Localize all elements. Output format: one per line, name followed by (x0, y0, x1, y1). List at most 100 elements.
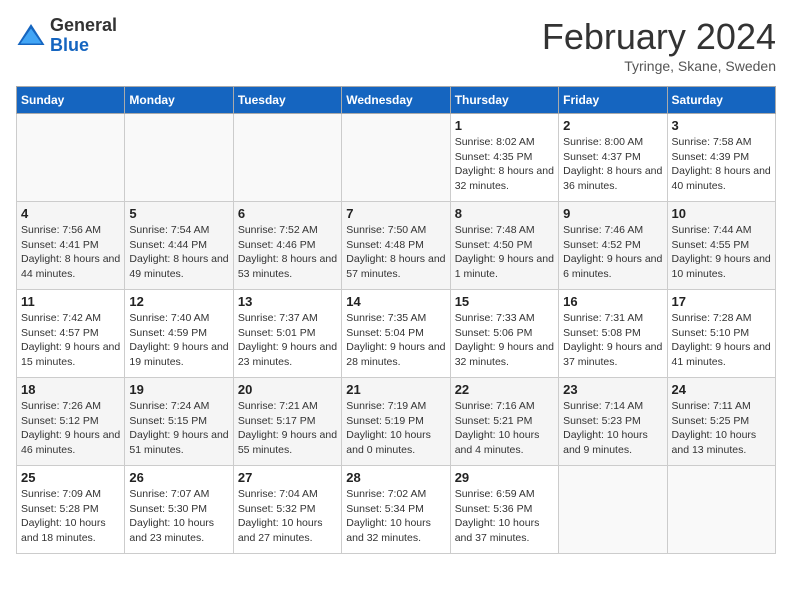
weekday-header-saturday: Saturday (667, 87, 775, 114)
day-number: 13 (238, 294, 337, 309)
day-number: 9 (563, 206, 662, 221)
calendar-cell: 23Sunrise: 7:14 AMSunset: 5:23 PMDayligh… (559, 378, 667, 466)
day-number: 6 (238, 206, 337, 221)
day-number: 17 (672, 294, 771, 309)
calendar-cell: 29Sunrise: 6:59 AMSunset: 5:36 PMDayligh… (450, 466, 558, 554)
calendar-cell: 26 Sunrise: 7:07 AMSunset: 5:30 PMDayligh… (125, 466, 233, 554)
day-number: 4 (21, 206, 120, 221)
month-title: February 2024 (542, 16, 776, 58)
weekday-header-wednesday: Wednesday (342, 87, 450, 114)
calendar-cell (342, 114, 450, 202)
weekday-header-monday: Monday (125, 87, 233, 114)
week-row-0: 1Sunrise: 8:02 AMSunset: 4:35 PMDaylight… (17, 114, 776, 202)
calendar-cell: 18 Sunrise: 7:26 AMSunset: 5:12 PMDayligh… (17, 378, 125, 466)
day-info: Sunrise: 8:00 AMSunset: 4:37 PMDaylight:… (563, 135, 662, 194)
calendar-cell (125, 114, 233, 202)
calendar-cell: 10 Sunrise: 7:44 AMSunset: 4:55 PMDayligh… (667, 202, 775, 290)
calendar-cell: 21 Sunrise: 7:19 AMSunset: 5:19 PMDayligh… (342, 378, 450, 466)
day-info: Sunrise: 7:35 AMSunset: 5:04 PMDaylight:… (346, 311, 445, 370)
day-info: Sunrise: 7:58 AMSunset: 4:39 PMDaylight:… (672, 135, 771, 194)
day-number: 10 (672, 206, 771, 221)
calendar-cell (667, 466, 775, 554)
day-info: Sunrise: 7:44 AMSunset: 4:55 PMDaylight:… (672, 223, 771, 282)
day-number: 16 (563, 294, 662, 309)
day-number: 1 (455, 118, 554, 133)
day-info: Sunrise: 7:40 AMSunset: 4:59 PMDaylight:… (129, 311, 228, 370)
calendar-cell: 2 Sunrise: 8:00 AMSunset: 4:37 PMDaylight… (559, 114, 667, 202)
day-info: Sunrise: 7:07 AMSunset: 5:30 PMDaylight:… (129, 487, 228, 546)
day-info: Sunrise: 7:19 AMSunset: 5:19 PMDaylight:… (346, 399, 445, 458)
day-info: Sunrise: 7:02 AMSunset: 5:34 PMDaylight:… (346, 487, 445, 546)
day-info: Sunrise: 7:21 AMSunset: 5:17 PMDaylight:… (238, 399, 337, 458)
day-info: Sunrise: 7:54 AMSunset: 4:44 PMDaylight:… (129, 223, 228, 282)
calendar-cell: 11 Sunrise: 7:42 AMSunset: 4:57 PMDayligh… (17, 290, 125, 378)
day-number: 8 (455, 206, 554, 221)
day-info: Sunrise: 7:09 AMSunset: 5:28 PMDaylight:… (21, 487, 120, 546)
day-info: Sunrise: 7:28 AMSunset: 5:10 PMDaylight:… (672, 311, 771, 370)
location-subtitle: Tyringe, Skane, Sweden (542, 58, 776, 74)
weekday-header-friday: Friday (559, 87, 667, 114)
day-number: 25 (21, 470, 120, 485)
day-number: 28 (346, 470, 445, 485)
calendar-cell: 27Sunrise: 7:04 AMSunset: 5:32 PMDayligh… (233, 466, 341, 554)
week-row-1: 4 Sunrise: 7:56 AMSunset: 4:41 PMDaylight… (17, 202, 776, 290)
day-number: 5 (129, 206, 228, 221)
day-info: Sunrise: 6:59 AMSunset: 5:36 PMDaylight:… (455, 487, 554, 546)
day-number: 27 (238, 470, 337, 485)
week-row-2: 11 Sunrise: 7:42 AMSunset: 4:57 PMDayligh… (17, 290, 776, 378)
calendar-cell: 28 Sunrise: 7:02 AMSunset: 5:34 PMDayligh… (342, 466, 450, 554)
day-number: 7 (346, 206, 445, 221)
calendar-cell: 12 Sunrise: 7:40 AMSunset: 4:59 PMDayligh… (125, 290, 233, 378)
calendar-cell: 1Sunrise: 8:02 AMSunset: 4:35 PMDaylight… (450, 114, 558, 202)
day-info: Sunrise: 7:37 AMSunset: 5:01 PMDaylight:… (238, 311, 337, 370)
calendar-cell: 20Sunrise: 7:21 AMSunset: 5:17 PMDayligh… (233, 378, 341, 466)
day-info: Sunrise: 7:11 AMSunset: 5:25 PMDaylight:… (672, 399, 771, 458)
calendar-cell: 9 Sunrise: 7:46 AMSunset: 4:52 PMDaylight… (559, 202, 667, 290)
day-number: 21 (346, 382, 445, 397)
logo-general-text: General (50, 16, 117, 36)
logo-blue-text: Blue (50, 36, 117, 56)
day-info: Sunrise: 7:46 AMSunset: 4:52 PMDaylight:… (563, 223, 662, 282)
calendar-cell: 14 Sunrise: 7:35 AMSunset: 5:04 PMDayligh… (342, 290, 450, 378)
logo-text: General Blue (50, 16, 117, 56)
calendar-cell: 5 Sunrise: 7:54 AMSunset: 4:44 PMDaylight… (125, 202, 233, 290)
calendar-cell: 13 Sunrise: 7:37 AMSunset: 5:01 PMDayligh… (233, 290, 341, 378)
day-info: Sunrise: 7:26 AMSunset: 5:12 PMDaylight:… (21, 399, 120, 458)
weekday-header-thursday: Thursday (450, 87, 558, 114)
logo: General Blue (16, 16, 117, 56)
weekday-header-sunday: Sunday (17, 87, 125, 114)
calendar-cell: 24 Sunrise: 7:11 AMSunset: 5:25 PMDayligh… (667, 378, 775, 466)
calendar-cell: 17 Sunrise: 7:28 AMSunset: 5:10 PMDayligh… (667, 290, 775, 378)
day-info: Sunrise: 7:56 AMSunset: 4:41 PMDaylight:… (21, 223, 120, 282)
weekday-header-tuesday: Tuesday (233, 87, 341, 114)
week-row-3: 18 Sunrise: 7:26 AMSunset: 5:12 PMDayligh… (17, 378, 776, 466)
logo-icon (16, 21, 46, 51)
day-info: Sunrise: 7:24 AMSunset: 5:15 PMDaylight:… (129, 399, 228, 458)
calendar-cell: 6Sunrise: 7:52 AMSunset: 4:46 PMDaylight… (233, 202, 341, 290)
day-number: 14 (346, 294, 445, 309)
calendar-cell (17, 114, 125, 202)
day-number: 12 (129, 294, 228, 309)
day-info: Sunrise: 7:14 AMSunset: 5:23 PMDaylight:… (563, 399, 662, 458)
day-info: Sunrise: 7:42 AMSunset: 4:57 PMDaylight:… (21, 311, 120, 370)
day-number: 24 (672, 382, 771, 397)
day-number: 22 (455, 382, 554, 397)
calendar-cell: 22 Sunrise: 7:16 AMSunset: 5:21 PMDayligh… (450, 378, 558, 466)
calendar-cell (559, 466, 667, 554)
day-number: 2 (563, 118, 662, 133)
calendar-cell: 8 Sunrise: 7:48 AMSunset: 4:50 PMDaylight… (450, 202, 558, 290)
day-number: 11 (21, 294, 120, 309)
calendar-table: SundayMondayTuesdayWednesdayThursdayFrid… (16, 86, 776, 554)
day-info: Sunrise: 7:48 AMSunset: 4:50 PMDaylight:… (455, 223, 554, 282)
calendar-cell: 25 Sunrise: 7:09 AMSunset: 5:28 PMDayligh… (17, 466, 125, 554)
day-number: 18 (21, 382, 120, 397)
day-number: 15 (455, 294, 554, 309)
day-info: Sunrise: 7:50 AMSunset: 4:48 PMDaylight:… (346, 223, 445, 282)
day-info: Sunrise: 7:33 AMSunset: 5:06 PMDaylight:… (455, 311, 554, 370)
day-number: 3 (672, 118, 771, 133)
calendar-cell: 4 Sunrise: 7:56 AMSunset: 4:41 PMDaylight… (17, 202, 125, 290)
day-number: 26 (129, 470, 228, 485)
title-area: February 2024 Tyringe, Skane, Sweden (542, 16, 776, 74)
day-info: Sunrise: 7:16 AMSunset: 5:21 PMDaylight:… (455, 399, 554, 458)
week-row-4: 25 Sunrise: 7:09 AMSunset: 5:28 PMDayligh… (17, 466, 776, 554)
